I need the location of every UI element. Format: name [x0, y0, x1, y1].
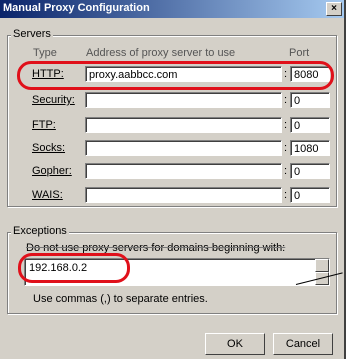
gopher-label: Gopher: — [32, 165, 72, 177]
cancel-button[interactable]: Cancel — [273, 333, 333, 355]
wais-label: WAIS: — [32, 189, 63, 201]
ftp-label: FTP: — [32, 119, 56, 131]
socks-colon: : — [284, 142, 288, 154]
column-header-port: Port — [289, 47, 310, 59]
wais-port-input[interactable]: 0 — [290, 187, 330, 203]
scroll-up-button[interactable] — [315, 259, 329, 272]
exceptions-scrollbar[interactable] — [315, 259, 329, 285]
socks-port-input[interactable]: 1080 — [290, 140, 330, 156]
wais-address-input[interactable] — [85, 187, 282, 203]
security-port-input[interactable]: 0 — [290, 92, 330, 108]
security-colon: : — [284, 94, 288, 106]
exceptions-hint: Use commas (,) to separate entries. — [33, 293, 208, 305]
wais-colon: : — [284, 189, 288, 201]
column-header-type: Type — [33, 47, 57, 59]
security-label: Security: — [32, 94, 75, 106]
window-title: Manual Proxy Configuration — [3, 2, 150, 14]
socks-label: Socks: — [32, 142, 66, 154]
gopher-port-input[interactable]: 0 — [290, 163, 330, 179]
security-address-input[interactable] — [85, 92, 282, 108]
exceptions-highlight — [18, 253, 130, 283]
ftp-address-input[interactable] — [85, 117, 282, 133]
ok-button[interactable]: OK — [205, 333, 265, 355]
gopher-colon: : — [284, 165, 288, 177]
exceptions-group-label: Exceptions — [11, 225, 69, 237]
http-row-highlight — [17, 61, 334, 90]
close-button[interactable]: × — [326, 2, 342, 16]
gopher-address-input[interactable] — [85, 163, 282, 179]
proxy-dialog: Manual Proxy Configuration × Servers Typ… — [0, 0, 346, 359]
servers-group-label: Servers — [11, 28, 53, 40]
ftp-colon: : — [284, 119, 288, 131]
ftp-port-input[interactable]: 0 — [290, 117, 330, 133]
column-header-address: Address of proxy server to use — [86, 47, 236, 59]
socks-address-input[interactable] — [85, 140, 282, 156]
title-bar[interactable]: Manual Proxy Configuration × — [0, 0, 344, 18]
